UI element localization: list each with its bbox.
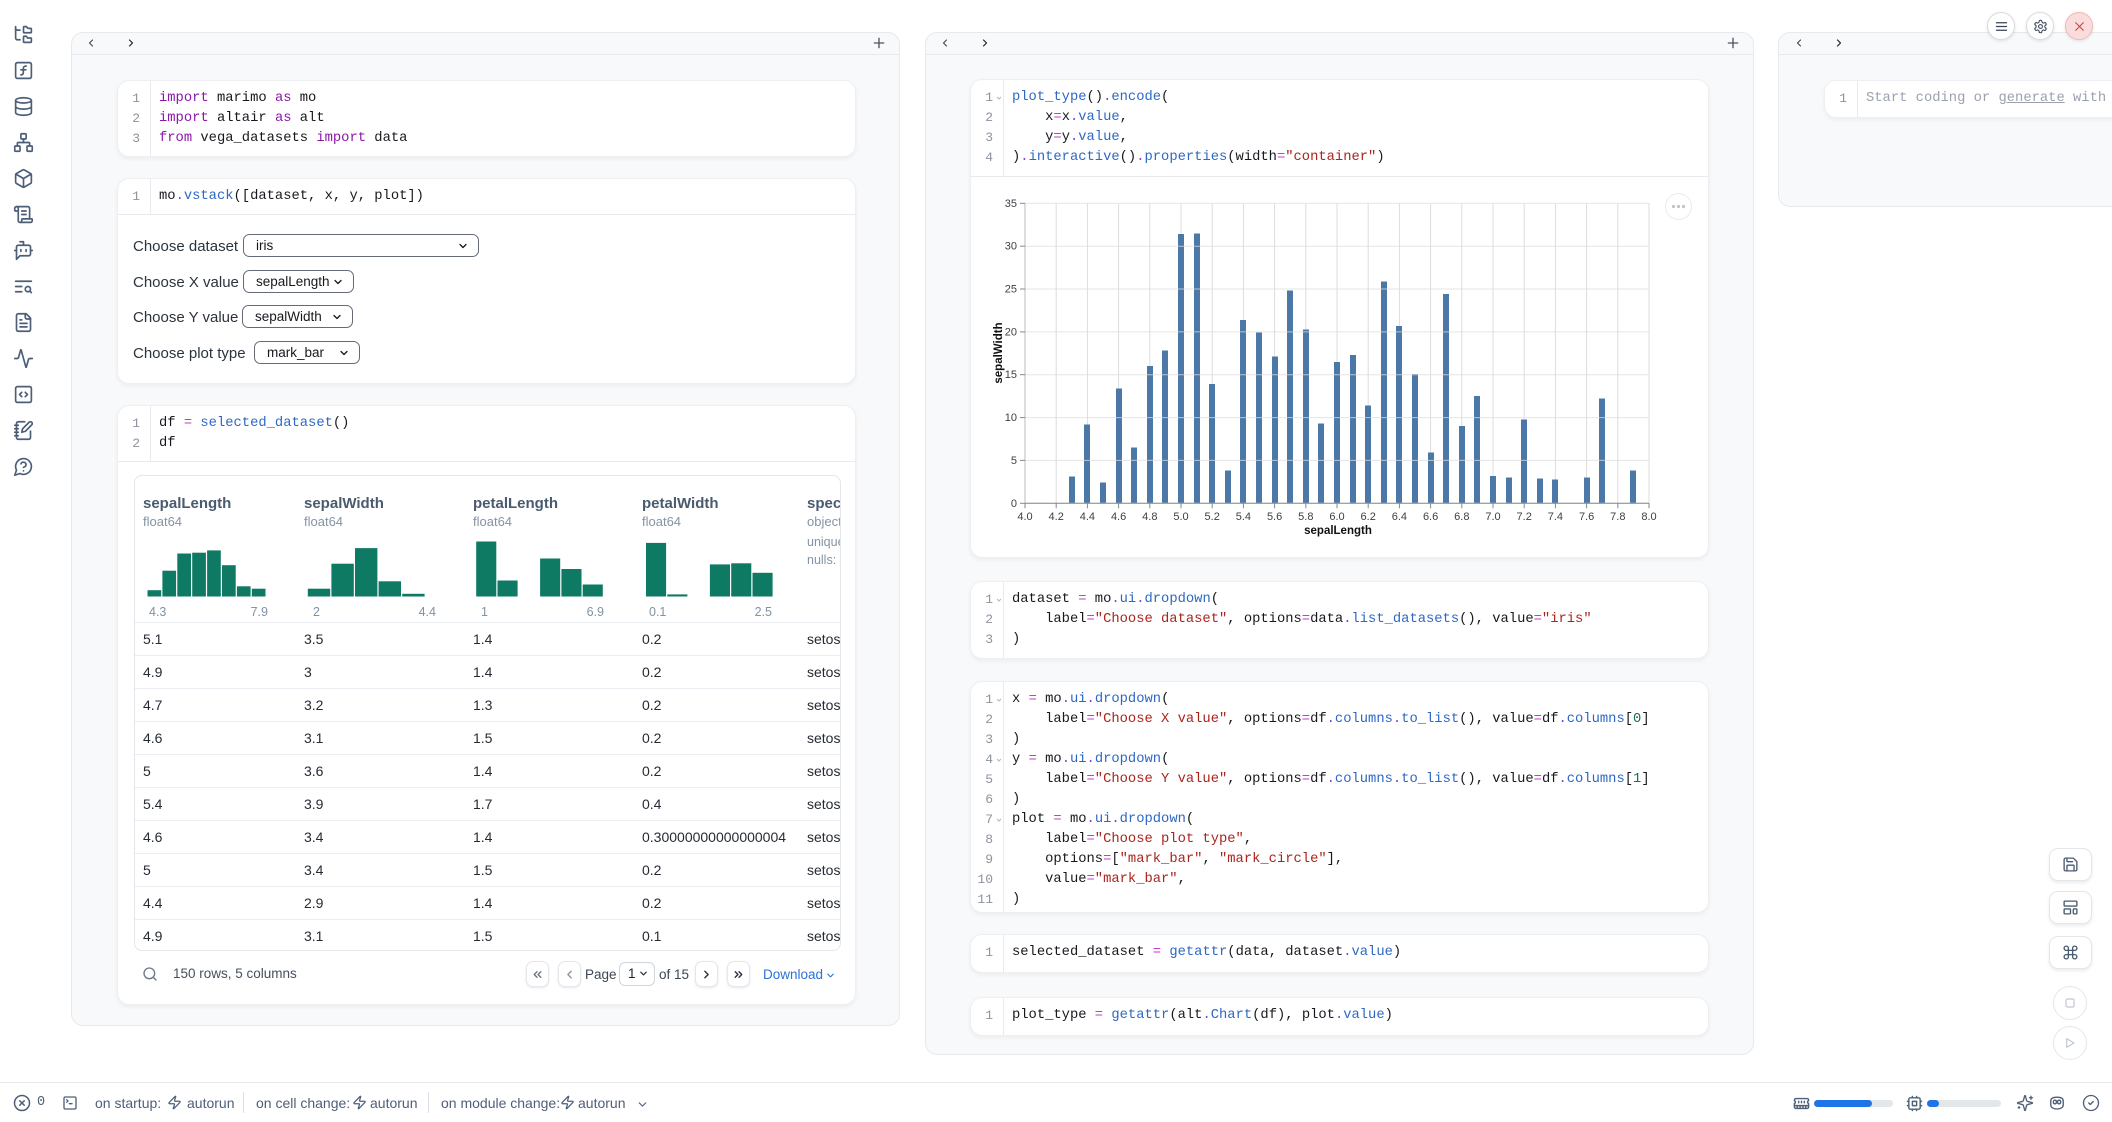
svg-text:5: 5: [1011, 455, 1017, 467]
svg-text:20: 20: [1005, 326, 1017, 338]
svg-text:7.0: 7.0: [1485, 511, 1500, 523]
svg-text:6.8: 6.8: [1454, 511, 1469, 523]
svg-text:25: 25: [1005, 284, 1017, 296]
svg-text:6.4: 6.4: [1392, 511, 1407, 523]
svg-text:30: 30: [1005, 241, 1017, 253]
svg-text:7.4: 7.4: [1548, 511, 1563, 523]
svg-text:5.8: 5.8: [1298, 511, 1313, 523]
svg-text:5.6: 5.6: [1267, 511, 1282, 523]
svg-text:6.2: 6.2: [1361, 511, 1376, 523]
svg-text:35: 35: [1005, 198, 1017, 210]
svg-text:5.2: 5.2: [1205, 511, 1220, 523]
svg-text:4.6: 4.6: [1111, 511, 1126, 523]
svg-text:sepalLength: sepalLength: [1304, 525, 1372, 537]
svg-text:0: 0: [1011, 498, 1017, 510]
svg-text:sepalWidth: sepalWidth: [993, 322, 1005, 383]
svg-text:5.4: 5.4: [1236, 511, 1251, 523]
svg-text:8.0: 8.0: [1641, 511, 1656, 523]
svg-text:4.4: 4.4: [1080, 511, 1095, 523]
svg-text:7.6: 7.6: [1579, 511, 1594, 523]
svg-text:4.2: 4.2: [1049, 511, 1064, 523]
svg-text:10: 10: [1005, 412, 1017, 424]
svg-text:6.6: 6.6: [1423, 511, 1438, 523]
svg-text:4.0: 4.0: [1017, 511, 1032, 523]
svg-text:6.0: 6.0: [1329, 511, 1344, 523]
svg-text:7.2: 7.2: [1517, 511, 1532, 523]
svg-text:5.0: 5.0: [1173, 511, 1188, 523]
svg-text:7.8: 7.8: [1610, 511, 1625, 523]
svg-text:4.8: 4.8: [1142, 511, 1157, 523]
svg-text:15: 15: [1005, 369, 1017, 381]
